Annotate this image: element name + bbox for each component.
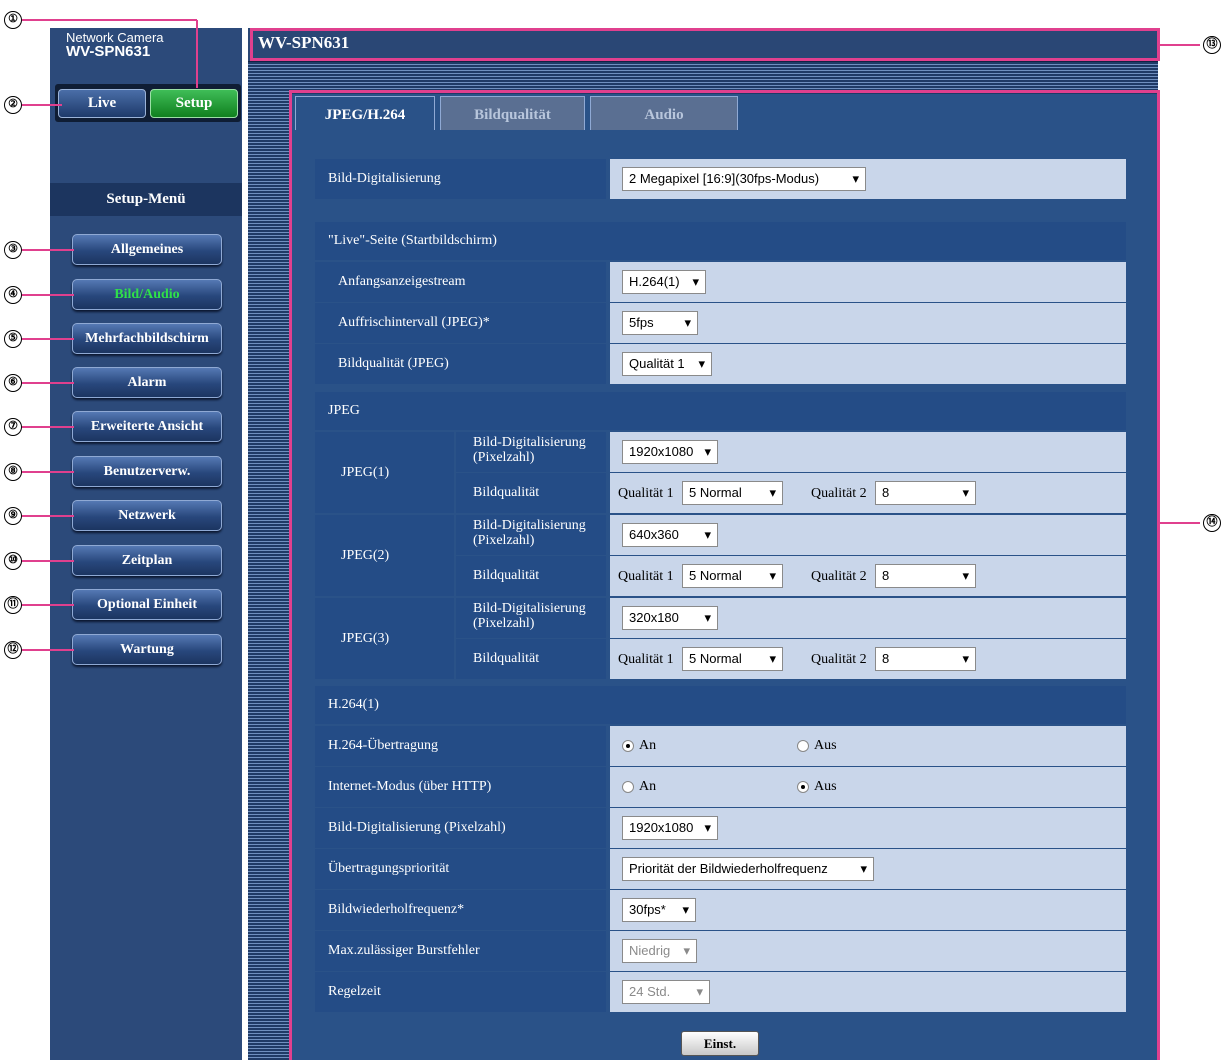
menu-item-image-audio[interactable]: Bild/Audio — [72, 279, 222, 310]
callout-11: ⑪ — [4, 596, 22, 614]
callout-14: ⑭ — [1203, 514, 1221, 532]
callout-line-4 — [22, 294, 74, 296]
menu-item-general[interactable]: Allgemeines — [72, 234, 222, 265]
callout-6: ⑥ — [4, 374, 22, 392]
callout-line-8 — [22, 471, 74, 473]
callout-2: ② — [4, 96, 22, 114]
menu-item-network[interactable]: Netzwerk — [72, 500, 222, 531]
menu-item-advanced[interactable]: Erweiterte Ansicht — [72, 411, 222, 442]
setup-menu-title: Setup-Menü — [50, 183, 242, 216]
callout-1: ① — [4, 11, 22, 29]
callout-4: ④ — [4, 286, 22, 304]
callout-line-2 — [22, 104, 62, 106]
brand: Network Camera WV-SPN631 — [66, 31, 164, 60]
menu-item-alarm[interactable]: Alarm — [72, 367, 222, 398]
callout-line-1 — [196, 20, 198, 88]
callout-8: ⑧ — [4, 463, 22, 481]
callout-12: ⑫ — [4, 641, 22, 659]
sidebar: Network Camera WV-SPN631 Live Setup Setu… — [50, 28, 242, 1060]
menu-item-schedule[interactable]: Zeitplan — [72, 545, 222, 576]
callout-line-12 — [22, 649, 74, 651]
callout-frame-settings — [289, 90, 1160, 1060]
menu-item-optional-unit[interactable]: Optional Einheit — [72, 589, 222, 620]
brand-line-2: WV-SPN631 — [66, 43, 151, 60]
callout-line-13 — [1160, 44, 1200, 46]
setup-button[interactable]: Setup — [150, 89, 238, 118]
callout-line-1b — [22, 19, 197, 21]
menu-item-multiscreen[interactable]: Mehrfachbildschirm — [72, 323, 222, 354]
callout-13: ⑬ — [1203, 36, 1221, 54]
callout-10: ⑩ — [4, 552, 22, 570]
callout-frame-title — [250, 28, 1160, 61]
callout-7: ⑦ — [4, 418, 22, 436]
menu-item-user-mng[interactable]: Benutzerverw. — [72, 456, 222, 487]
callout-9: ⑨ — [4, 507, 22, 525]
callout-line-10 — [22, 560, 74, 562]
live-button[interactable]: Live — [58, 89, 146, 118]
callout-line-11 — [22, 604, 74, 606]
callout-3: ③ — [4, 241, 22, 259]
callout-line-14 — [1160, 522, 1200, 524]
callout-5: ⑤ — [4, 330, 22, 348]
callout-line-7 — [22, 426, 74, 428]
callout-line-9 — [22, 515, 74, 517]
callout-line-3 — [22, 249, 74, 251]
menu-item-maintenance[interactable]: Wartung — [72, 634, 222, 665]
callout-line-5 — [22, 338, 74, 340]
callout-line-6 — [22, 382, 74, 384]
